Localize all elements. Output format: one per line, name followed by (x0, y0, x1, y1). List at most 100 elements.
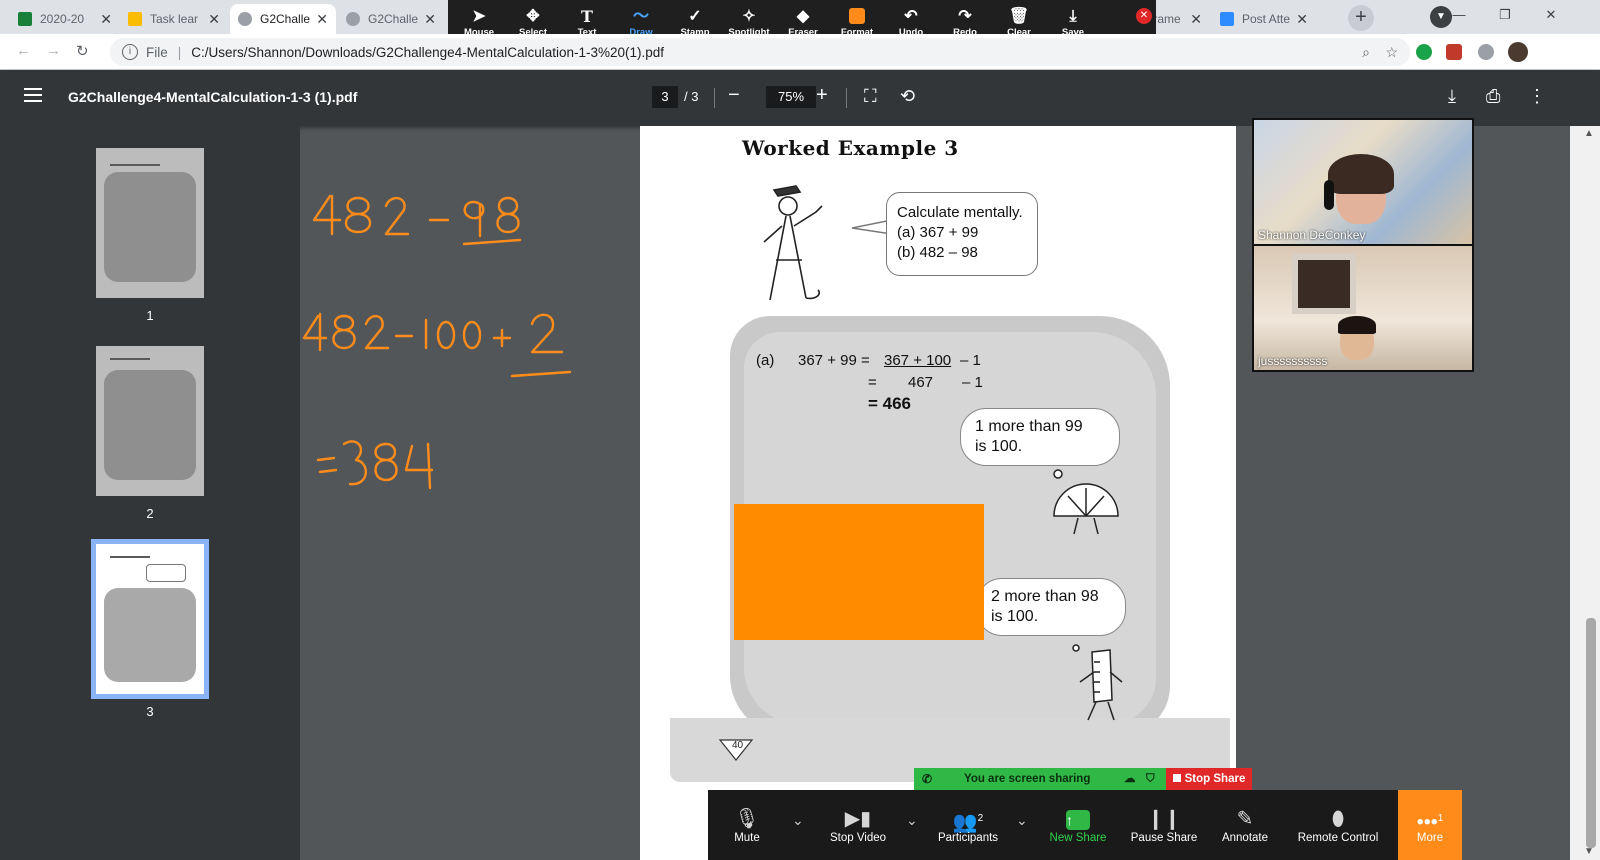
zoom-out-icon[interactable]: − (728, 84, 740, 107)
button-label: Mute (734, 832, 760, 844)
thought-line: is 100. (975, 438, 1023, 455)
thought-bubble: 2 more than 98 is 100. (976, 578, 1126, 636)
participants-button[interactable]: 👥2 Participants (930, 790, 1006, 860)
thought-line: is 100. (991, 608, 1039, 625)
thought-line: 2 more than 98 (991, 588, 1099, 605)
close-annotation-icon[interactable]: ✕ (1136, 8, 1152, 24)
download-icon[interactable]: ⤓ (1448, 86, 1456, 107)
ink-stroke (342, 440, 367, 486)
restore-icon[interactable]: ❐ (1482, 0, 1528, 30)
thumbnail-sidebar: 1 2 3 (0, 126, 300, 860)
remote-control-button[interactable]: ⬮ Remote Control (1292, 790, 1384, 860)
scroll-down-icon[interactable]: ▼ (1584, 846, 1594, 857)
mute-button[interactable]: 🎙 Mute (722, 790, 772, 860)
scrollbar-thumb[interactable] (1586, 618, 1596, 848)
video-tile[interactable]: jussssssssss (1254, 246, 1472, 370)
zoom-level-input[interactable]: 75% (766, 86, 816, 108)
window-close-icon[interactable]: ✕ (1528, 0, 1574, 30)
annotate-button[interactable]: ✎ Annotate (1212, 790, 1278, 860)
rotate-icon[interactable]: ⟲ (900, 86, 915, 107)
close-icon[interactable]: ✕ (100, 11, 112, 28)
back-icon[interactable]: ← (16, 42, 31, 59)
annotation-canvas[interactable] (300, 126, 640, 860)
thumbnail-label: 1 (146, 308, 154, 323)
info-icon[interactable]: i (122, 44, 138, 60)
video-tile[interactable]: Shannon DeConkey (1254, 120, 1472, 244)
ink-stroke (462, 320, 482, 350)
tab-title: Post Atte (1242, 12, 1291, 26)
more-button[interactable]: •••1 More (1398, 790, 1462, 860)
math-step: 367 + 100 (884, 352, 952, 369)
pdf-page: Worked Example 3 Calculate mentally. (a)… (640, 126, 1236, 860)
chevron-up-icon[interactable]: ⌄ (1016, 812, 1028, 829)
scrollbar[interactable]: ▲ ▼ (1570, 126, 1600, 860)
url-separator: | (177, 44, 182, 60)
more-badge: 1 (1437, 813, 1444, 824)
close-icon[interactable]: ✕ (208, 11, 220, 28)
shield-icon: ⛉ (1146, 773, 1155, 785)
browser-tab[interactable]: 2020-20 ✕ (10, 4, 120, 34)
forward-icon[interactable]: → (46, 42, 61, 59)
close-icon[interactable]: ✕ (1190, 11, 1202, 28)
bookmark-star-icon[interactable]: ☆ (1385, 44, 1398, 61)
button-label: Pause Share (1130, 832, 1198, 844)
tab-title: G2Challe (260, 12, 311, 26)
ink-drawing (302, 194, 572, 490)
close-icon[interactable]: ✕ (424, 11, 436, 28)
math-step: – 1 (962, 374, 983, 391)
page-number: 40 (732, 740, 744, 751)
print-icon[interactable]: ⎙ (1486, 86, 1500, 107)
button-label: Annotate (1221, 832, 1269, 844)
reload-icon[interactable]: ↻ (76, 42, 89, 60)
browser-tab-active[interactable]: G2Challe ✕ (230, 4, 336, 34)
fit-page-icon[interactable]: ⛶ (864, 86, 877, 107)
speech-line: (b) 482 – 98 (897, 244, 978, 261)
close-icon[interactable]: ✕ (316, 11, 328, 28)
phone-icon: ✆ (922, 772, 933, 786)
ink-stroke (436, 320, 456, 350)
ink-stroke (492, 328, 512, 348)
pause-share-button[interactable]: ❙❙ Pause Share (1128, 790, 1200, 860)
menu-icon[interactable] (24, 88, 42, 102)
scroll-up-icon[interactable]: ▲ (1584, 128, 1594, 139)
page-number-input[interactable]: 3 (652, 86, 678, 108)
page-thumbnail[interactable] (96, 346, 204, 496)
thumbnail-preview (146, 564, 186, 582)
zoom-in-icon[interactable]: + (816, 84, 828, 107)
zoom-magnifier-icon[interactable]: ⌕ (1362, 44, 1370, 61)
ublock-icon[interactable] (1446, 44, 1462, 60)
close-icon[interactable]: ✕ (1296, 11, 1308, 28)
ruler-character-illustration (1072, 644, 1123, 721)
chevron-up-icon[interactable]: ⌄ (906, 812, 918, 829)
sharing-status: ✆ You are screen sharing ☁ ⛉ (914, 768, 1166, 790)
stop-share-button[interactable]: Stop Share (1166, 768, 1252, 790)
minimize-icon[interactable]: — (1436, 0, 1482, 30)
math-step: 467 (908, 374, 934, 391)
puzzle-icon[interactable] (1478, 44, 1494, 60)
new-share-button[interactable]: ↑ New Share (1042, 790, 1114, 860)
avatar[interactable] (1508, 42, 1528, 62)
browser-tab[interactable]: Post Atte ✕ (1212, 4, 1316, 34)
page-thumbnail-selected[interactable] (91, 539, 209, 699)
omnibox[interactable]: i File | C:/Users/Shannon/Downloads/G2Ch… (110, 38, 1410, 66)
text-icon: T (581, 6, 593, 26)
browser-tab[interactable]: G2Challe ✕ (338, 4, 444, 34)
math-step: 367 + 99 = (798, 352, 870, 369)
video-panel[interactable]: Shannon DeConkey jussssssssss (1252, 118, 1474, 372)
page-thumbnail[interactable] (96, 148, 204, 298)
ink-stroke (463, 200, 485, 238)
thumbnail-preview (110, 164, 160, 166)
participant-name: Shannon DeConkey (1258, 228, 1366, 242)
chevron-up-icon[interactable]: ⌄ (792, 812, 804, 829)
new-tab-button[interactable]: + (1348, 5, 1374, 31)
check-icon: ✓ (688, 7, 702, 25)
doc-icon (128, 12, 142, 26)
browser-tab[interactable]: Task lear ✕ (120, 4, 228, 34)
pause-icon: ❙❙ (1147, 808, 1181, 830)
ink-stroke (404, 442, 434, 490)
extension-icon[interactable] (1416, 44, 1432, 60)
ink-stroke (364, 315, 390, 350)
more-vert-icon[interactable]: ⋮ (1528, 86, 1546, 107)
stop-video-button[interactable]: ▶▮ Stop Video (820, 790, 896, 860)
thought-line: 1 more than 99 (975, 418, 1083, 435)
